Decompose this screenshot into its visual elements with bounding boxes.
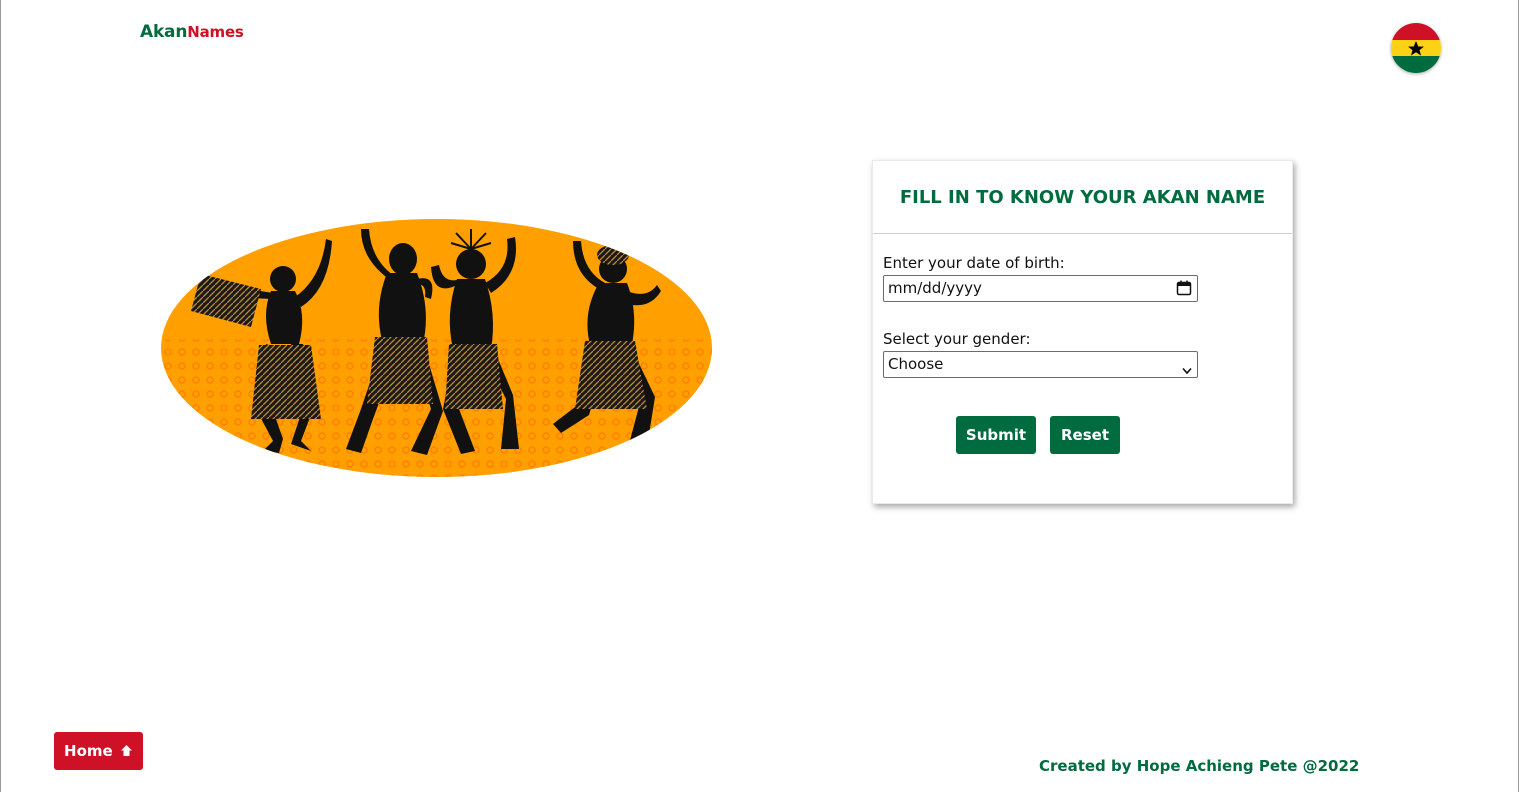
site-logo[interactable]: AkanNames — [140, 22, 244, 42]
home-button[interactable]: Home — [54, 732, 143, 770]
ghana-flag-icon — [1391, 23, 1441, 73]
logo-akan: Akan — [140, 22, 188, 42]
gender-selected-value: Choose — [888, 355, 944, 373]
dob-input[interactable]: mm/dd/yyyy — [883, 275, 1198, 302]
arrow-up-icon — [120, 744, 133, 760]
dob-label: Enter your date of birth: — [883, 254, 1065, 272]
akan-name-form-card: FILL IN TO KNOW YOUR AKAN NAME Enter you… — [872, 160, 1293, 504]
footer-credit: Created by Hope Achieng Pete @2022 — [1039, 757, 1360, 775]
reset-button[interactable]: Reset — [1050, 416, 1120, 454]
dob-placeholder: mm/dd/yyyy — [888, 279, 982, 297]
gender-select[interactable]: Choose — [883, 351, 1198, 378]
home-label: Home — [64, 742, 113, 760]
chevron-down-icon — [1182, 361, 1192, 379]
calendar-icon[interactable] — [1176, 280, 1192, 300]
african-dancers-illustration — [161, 219, 712, 477]
logo-names: Names — [187, 23, 244, 41]
submit-button[interactable]: Submit — [956, 416, 1036, 454]
form-title: FILL IN TO KNOW YOUR AKAN NAME — [873, 161, 1292, 234]
gender-label: Select your gender: — [883, 330, 1031, 348]
